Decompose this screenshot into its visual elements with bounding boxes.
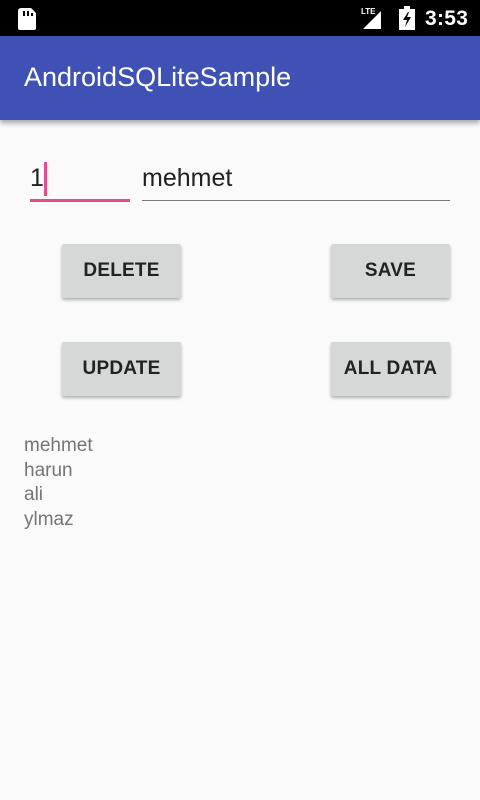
- battery-charging-icon: [399, 6, 415, 30]
- status-bar: LTE 3:53: [0, 0, 480, 36]
- delete-button[interactable]: DELETE: [62, 244, 181, 298]
- id-input-value: 1: [30, 164, 44, 192]
- status-time: 3:53: [425, 7, 469, 30]
- id-input[interactable]: 1: [30, 156, 130, 202]
- list-item: mehmet: [24, 435, 93, 456]
- sim-card-icon: [18, 8, 36, 30]
- svg-text:LTE: LTE: [361, 7, 376, 16]
- name-input[interactable]: mehmet: [142, 156, 450, 201]
- lte-signal-icon: LTE: [361, 7, 381, 29]
- update-button[interactable]: UPDATE: [62, 342, 181, 396]
- app-toolbar: AndroidSQLiteSample: [0, 36, 480, 120]
- result-list: mehmet harun ali ylmaz: [24, 434, 93, 532]
- list-item: harun: [24, 459, 73, 481]
- name-input-value: mehmet: [142, 164, 233, 192]
- app-title: AndroidSQLiteSample: [24, 62, 292, 92]
- list-item: ali: [24, 484, 44, 505]
- text-cursor: [44, 162, 47, 196]
- list-item: ylmaz: [24, 508, 74, 530]
- all-data-button[interactable]: ALL DATA: [331, 342, 450, 396]
- save-button[interactable]: SAVE: [331, 244, 450, 298]
